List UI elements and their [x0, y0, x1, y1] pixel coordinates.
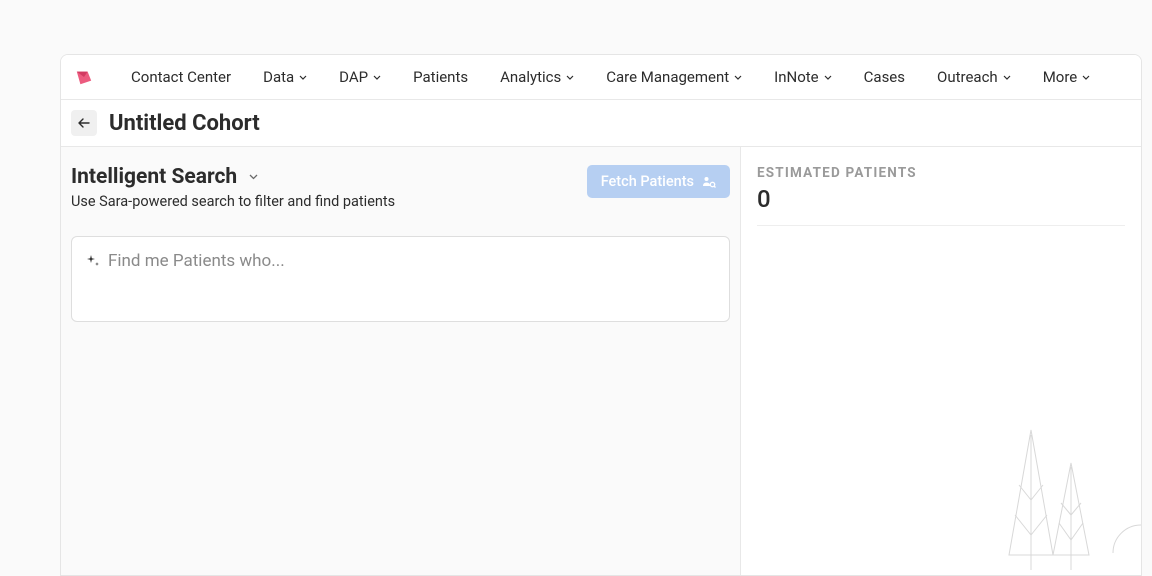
title-bar: Untitled Cohort: [61, 100, 1141, 147]
left-panel: Intelligent Search Use Sara-powered sear…: [61, 147, 741, 575]
top-nav: Contact Center Data DAP Patients Analyti…: [61, 55, 1141, 100]
nav-label: More: [1043, 68, 1078, 86]
search-title: Intelligent Search: [71, 165, 237, 189]
nav-dap[interactable]: DAP: [323, 55, 397, 99]
nav-label: Cases: [864, 68, 905, 86]
back-button[interactable]: [71, 110, 97, 136]
nav-patients[interactable]: Patients: [397, 55, 484, 99]
nav-label: Analytics: [500, 68, 561, 86]
nav-analytics[interactable]: Analytics: [484, 55, 590, 99]
nav-label: Contact Center: [131, 68, 231, 86]
app-logo[interactable]: [75, 68, 93, 86]
chevron-down-icon: [1082, 75, 1090, 80]
app-frame: Contact Center Data DAP Patients Analyti…: [60, 54, 1142, 576]
nav-care-management[interactable]: Care Management: [590, 55, 758, 99]
nav-label: Data: [263, 68, 294, 86]
content-area: Intelligent Search Use Sara-powered sear…: [61, 147, 1141, 575]
search-header: Intelligent Search Use Sara-powered sear…: [71, 165, 730, 210]
chevron-down-icon: [824, 75, 832, 80]
nav-label: InNote: [774, 68, 818, 86]
nav-label: DAP: [339, 68, 368, 86]
page-title: Untitled Cohort: [109, 111, 260, 136]
fetch-patients-button[interactable]: Fetch Patients: [587, 165, 730, 198]
chevron-down-icon[interactable]: [249, 174, 258, 180]
trees-illustration: [1001, 405, 1141, 575]
sparkle-icon: [86, 254, 100, 268]
estimated-patients-label: ESTIMATED PATIENTS: [757, 165, 1125, 181]
chevron-down-icon: [734, 75, 742, 80]
chevron-down-icon: [1003, 75, 1011, 80]
arrow-left-icon: [78, 118, 90, 128]
right-panel: ESTIMATED PATIENTS 0: [741, 147, 1141, 575]
nav-label: Outreach: [937, 68, 998, 86]
fetch-label: Fetch Patients: [601, 173, 694, 190]
nav-contact-center[interactable]: Contact Center: [115, 55, 247, 99]
nav-cases[interactable]: Cases: [848, 55, 921, 99]
search-input[interactable]: Find me Patients who...: [71, 236, 730, 322]
search-placeholder: Find me Patients who...: [108, 251, 285, 271]
nav-label: Patients: [413, 68, 468, 86]
fetch-patients-icon: [702, 175, 716, 189]
estimated-patients-count: 0: [757, 185, 1125, 213]
nav-data[interactable]: Data: [247, 55, 323, 99]
divider: [757, 225, 1125, 226]
chevron-down-icon: [299, 75, 307, 80]
chevron-down-icon: [566, 75, 574, 80]
nav-label: Care Management: [606, 68, 729, 86]
nav-more[interactable]: More: [1027, 55, 1107, 99]
search-subtitle: Use Sara-powered search to filter and fi…: [71, 193, 395, 210]
chevron-down-icon: [373, 75, 381, 80]
nav-innote[interactable]: InNote: [758, 55, 847, 99]
nav-outreach[interactable]: Outreach: [921, 55, 1027, 99]
